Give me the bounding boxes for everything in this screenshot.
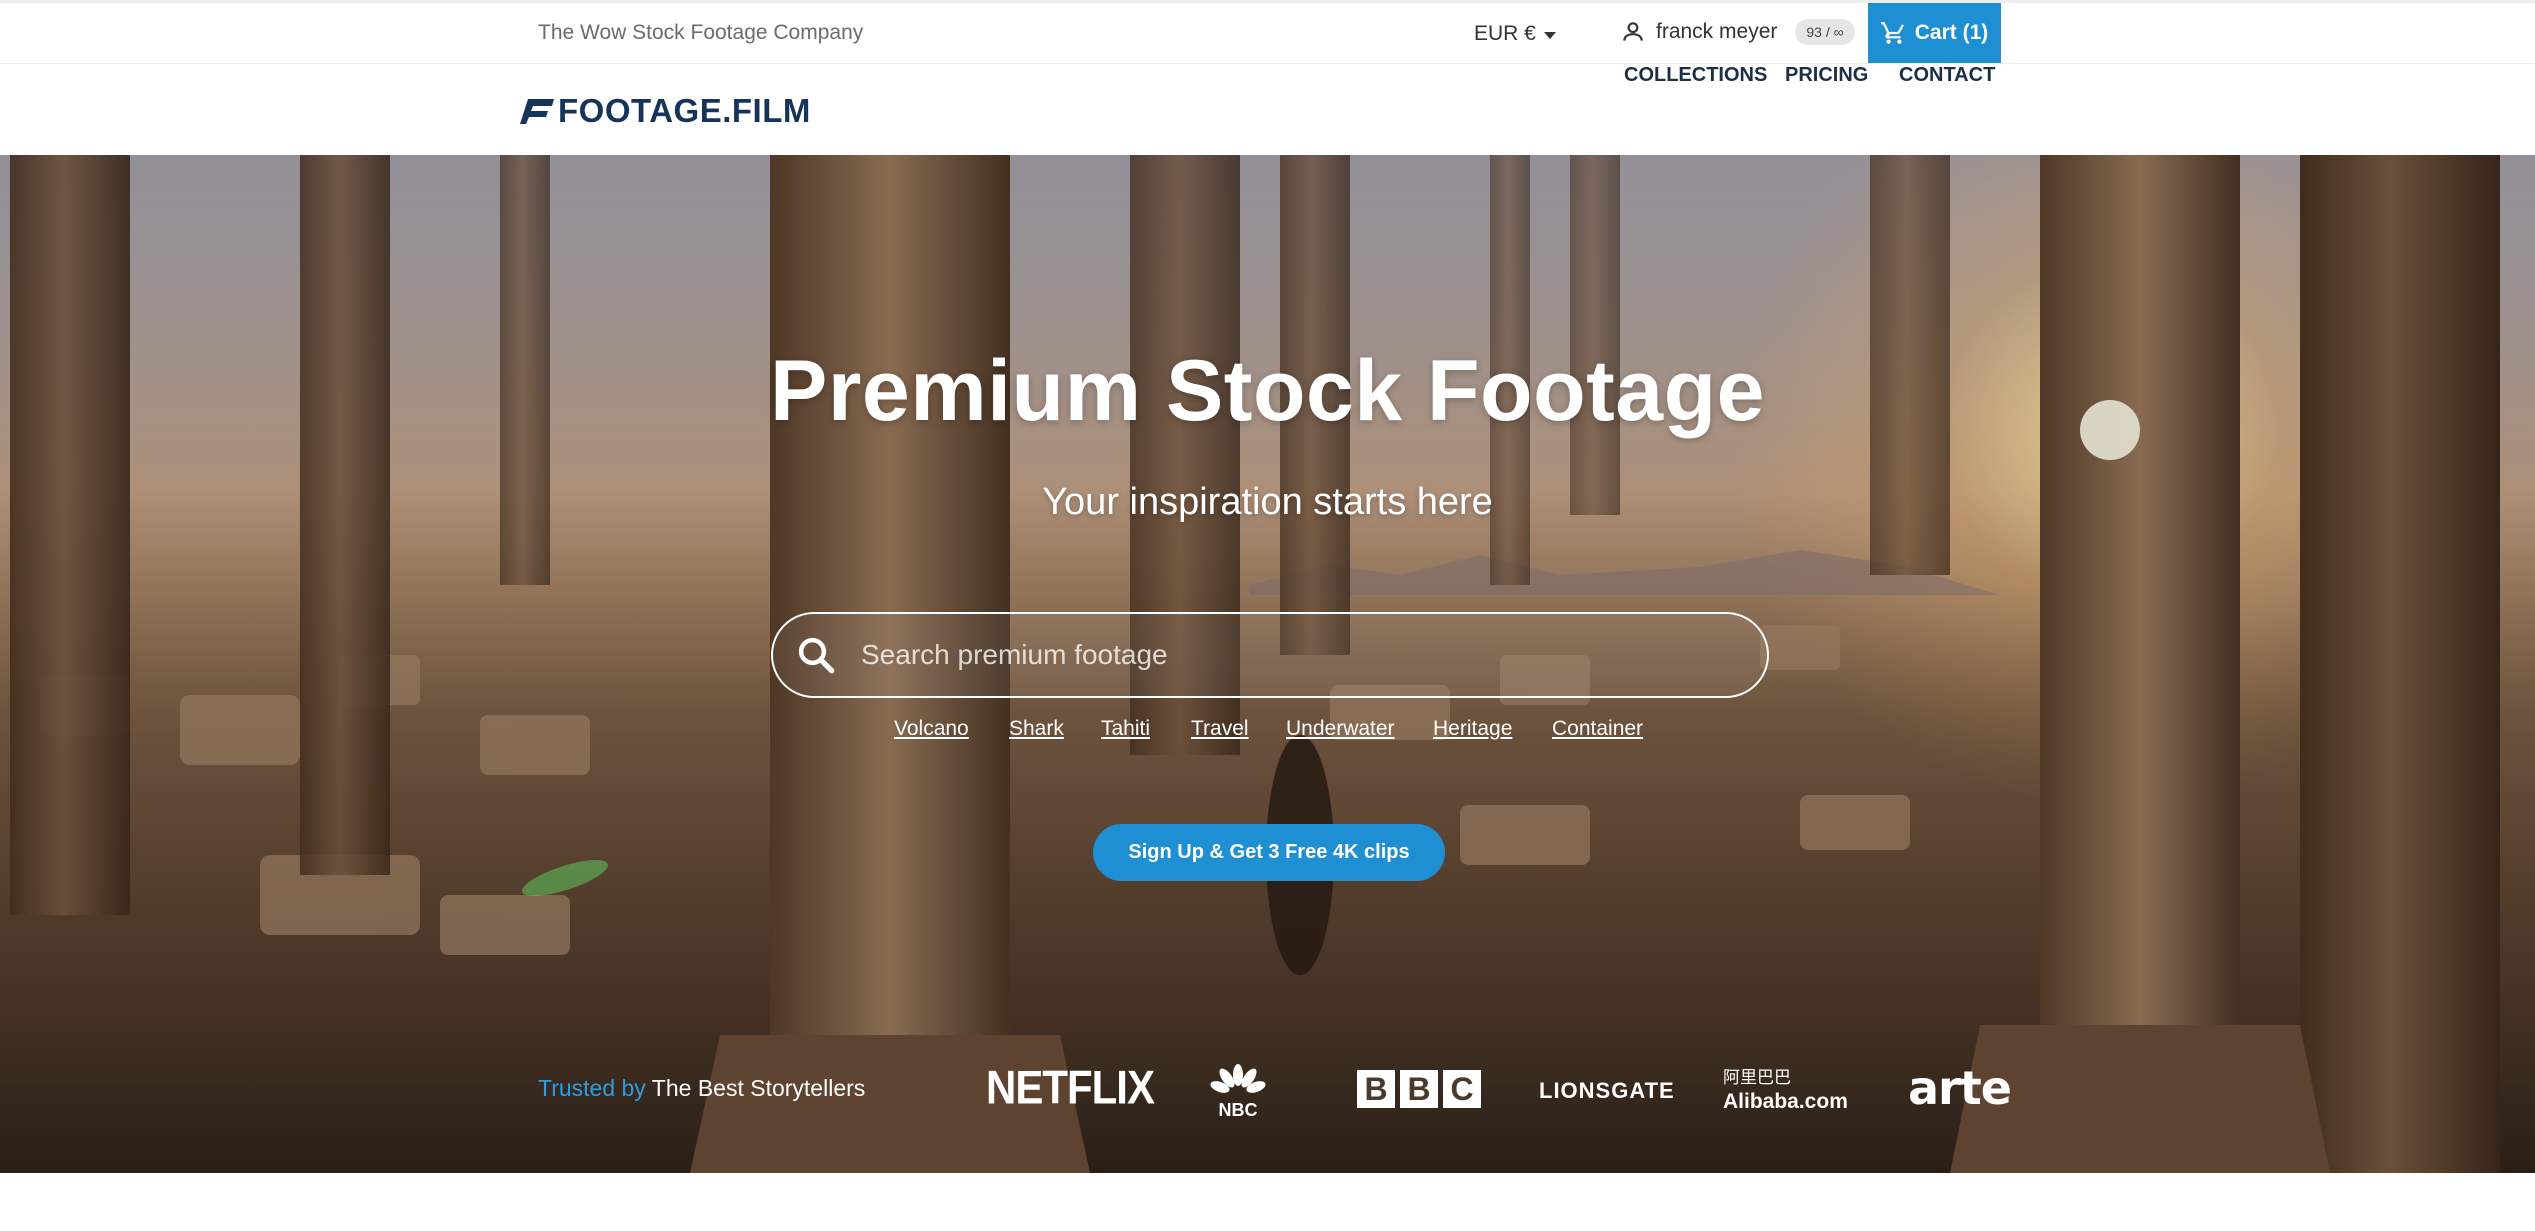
nbc-wordmark: NBC [1219,1100,1258,1119]
currency-selector[interactable]: EUR € [1474,22,1556,46]
main-navbar: FOOTAGE.FILM COLLECTIONS PRICING CONTACT [0,64,2535,155]
caret-down-icon [1543,31,1556,39]
shopping-cart-icon [1880,22,1904,44]
user-name: franck meyer [1656,20,1778,43]
trusted-highlight: Trusted by [538,1075,646,1101]
hero-subtitle: Your inspiration starts here [1042,481,1493,523]
magnifier-icon[interactable] [795,634,837,676]
alibaba-wordmark: Alibaba.com [1723,1090,1848,1113]
bbc-block-b2: B [1400,1070,1438,1108]
trusted-rest: The Best Storytellers [651,1075,866,1101]
hero-title: Premium Stock Footage [770,343,1765,439]
site-logo[interactable]: FOOTAGE.FILM [520,92,811,130]
cart-label: Cart (1) [1914,21,1989,44]
tag-link-underwater[interactable]: Underwater [1286,717,1395,741]
credits-badge: 93 / ∞ [1795,19,1855,45]
netflix-logo: NETFLIX [986,1061,1155,1114]
search-bar[interactable] [771,612,1769,698]
user-account-menu[interactable]: franck meyer 93 / ∞ [1620,19,1855,45]
bbc-logo: B B C [1357,1070,1481,1108]
nbc-logo: NBC [1210,1064,1266,1119]
person-icon [1623,22,1643,41]
alibaba-logo: 阿里巴巴 Alibaba.com [1723,1063,1853,1114]
tag-link-shark[interactable]: Shark [1009,717,1064,741]
tag-link-travel[interactable]: Travel [1191,717,1249,741]
alibaba-chinese-text: 阿里巴巴 [1723,1068,1791,1087]
search-input[interactable] [861,639,1721,671]
top-bar: The Wow Stock Footage Company EUR € fran… [0,0,2535,64]
tag-link-tahiti[interactable]: Tahiti [1101,717,1150,741]
tag-link-container[interactable]: Container [1552,717,1643,741]
company-tagline: The Wow Stock Footage Company [538,21,864,44]
nav-pricing[interactable]: PRICING [1785,64,1868,87]
bbc-block-c: C [1443,1070,1481,1108]
currency-label: EUR € [1474,22,1536,45]
logo-mark-icon [520,99,554,124]
trusted-by-label: Trusted by The Best Storytellers [538,1075,865,1102]
logo-text: FOOTAGE.FILM [558,92,811,129]
bbc-block-b1: B [1357,1070,1395,1108]
signup-cta-button[interactable]: Sign Up & Get 3 Free 4K clips [1093,824,1445,881]
nav-contact[interactable]: CONTACT [1899,64,1995,87]
arte-logo: arte [1908,1061,2012,1115]
cart-button[interactable]: Cart (1) [1868,3,2001,63]
tag-link-heritage[interactable]: Heritage [1433,717,1512,741]
hero-section: Premium Stock Footage Your inspiration s… [0,155,2535,1173]
tag-link-volcano[interactable]: Volcano [894,717,969,741]
nav-collections[interactable]: COLLECTIONS [1624,64,1767,87]
lionsgate-logo: LIONSGATE [1539,1078,1675,1103]
